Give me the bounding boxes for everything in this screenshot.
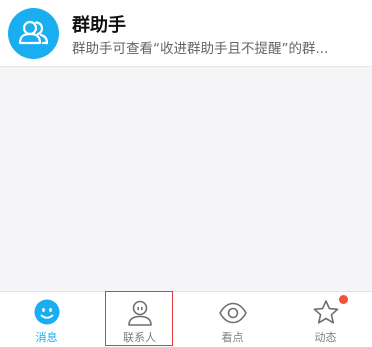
feeds-badge-dot: [339, 295, 348, 304]
bottom-tab-bar: 消息 联系人 看点 动态: [0, 291, 372, 347]
chat-preview: 群助手可查看“收进群助手且不提醒”的群...: [72, 41, 329, 57]
tab-messages[interactable]: 消息: [0, 292, 93, 347]
group-people-icon: [18, 20, 49, 45]
chat-title: 群助手: [72, 15, 126, 36]
eye-icon: [218, 298, 248, 328]
chat-list-item-group-assistant[interactable]: 群助手 群助手可查看“收进群助手且不提醒”的群...: [0, 0, 372, 67]
message-face-icon: [32, 298, 62, 328]
tab-messages-label: 消息: [35, 331, 58, 344]
tab-watch-label: 看点: [221, 331, 244, 344]
contacts-highlight-box: [105, 291, 173, 346]
tab-feeds[interactable]: 动态: [279, 292, 372, 347]
tab-feeds-label: 动态: [314, 331, 337, 344]
star-icon: [311, 298, 341, 328]
tab-watch[interactable]: 看点: [186, 292, 279, 347]
group-assistant-avatar: [8, 8, 59, 59]
screen: 群助手 群助手可查看“收进群助手且不提醒”的群... 消息 联系人 看点 动态: [0, 0, 372, 347]
